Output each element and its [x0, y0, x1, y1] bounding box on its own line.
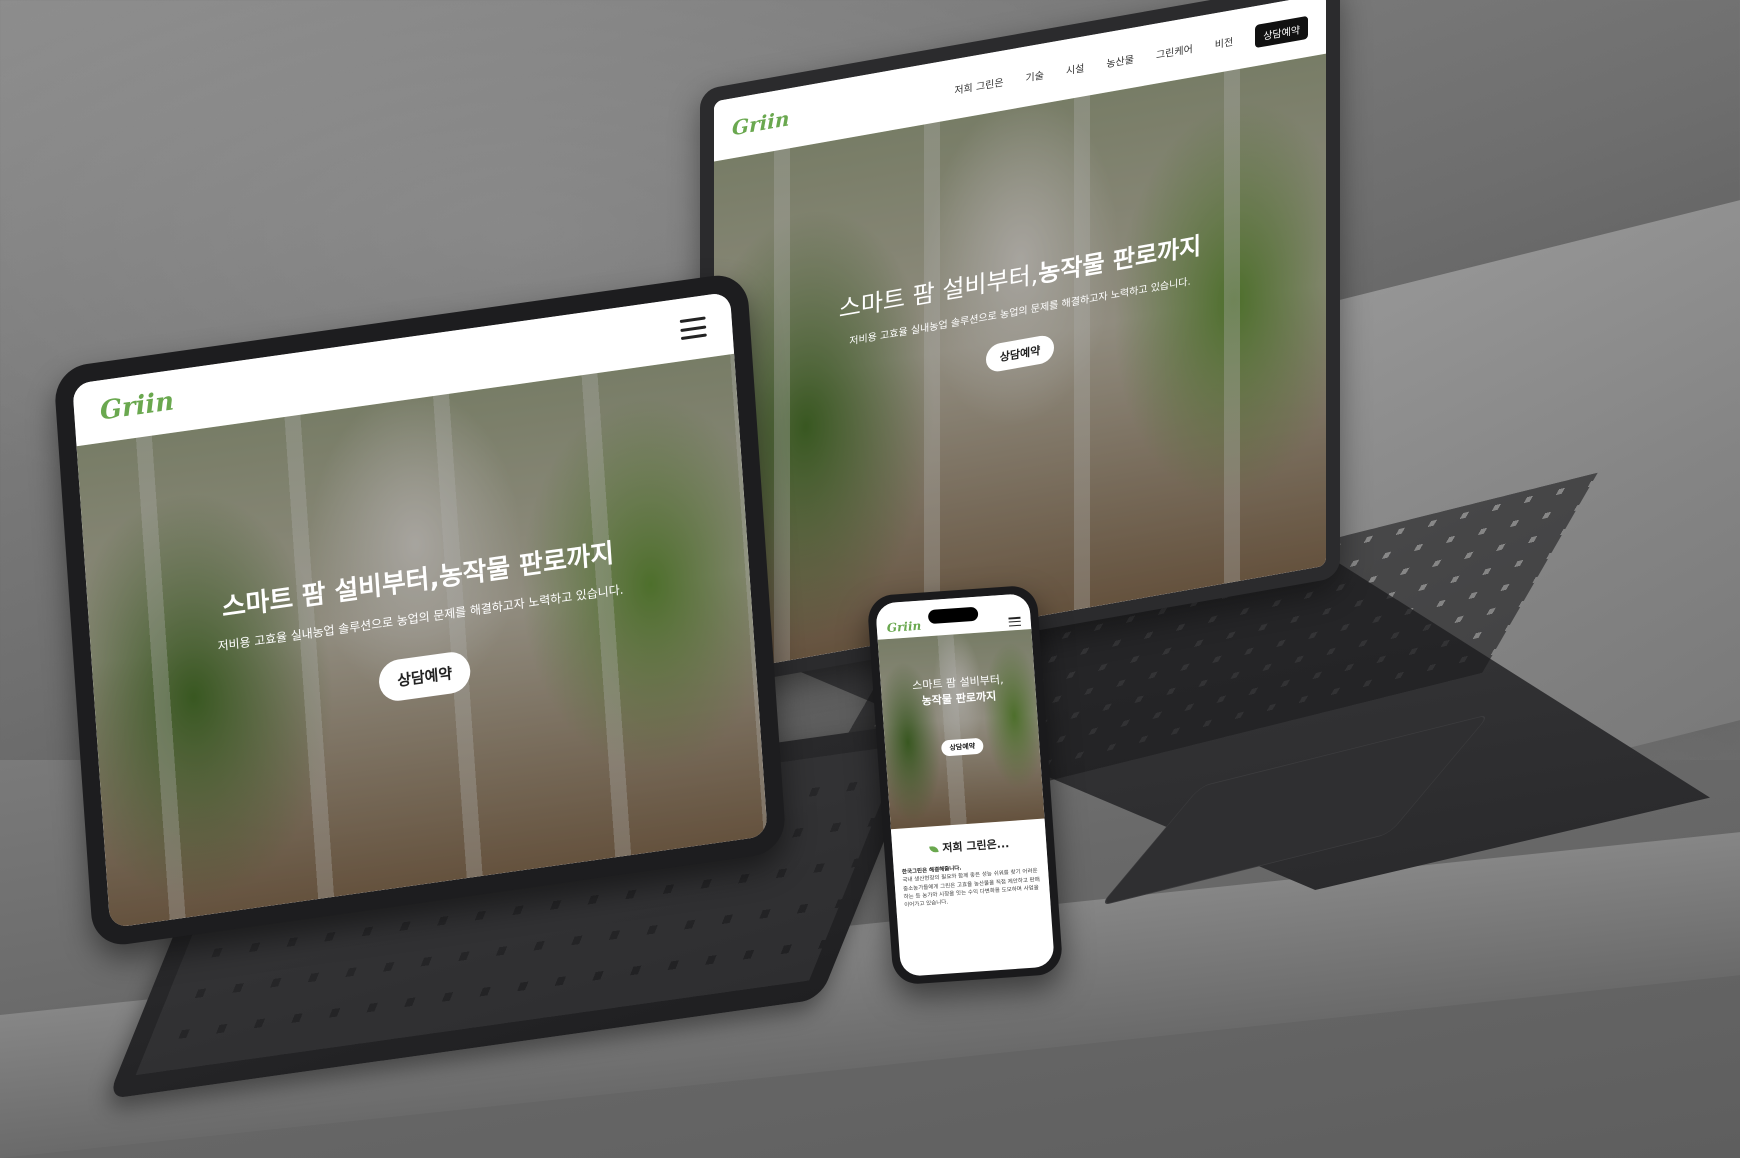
hamburger-icon[interactable] — [1008, 616, 1022, 627]
nav-consult-button[interactable]: 상담예약 — [1255, 15, 1308, 48]
nav-item-produce[interactable]: 농산물 — [1106, 50, 1134, 70]
phone-screen: Griin 스마트 팜 설비부터, 농작물 판로까지 상담예약 저희 그린은..… — [875, 593, 1055, 977]
about-title-text: 저희 그린은... — [941, 837, 1010, 855]
tablet-hero: 스마트 팜 설비부터,농작물 판로까지 저비용 고효율 실내농업 솔루션으로 농… — [76, 353, 768, 929]
nav-item-about[interactable]: 저희 그린은 — [954, 73, 1003, 97]
about-text: 한국그린은 해결해줍니다. 국내 생산현장의 필요와 함께 좋은 성능 쉬워를 찾… — [902, 859, 1043, 910]
brand-logo[interactable]: Griin — [732, 106, 789, 140]
tablet: Griin 스마트 팜 설비부터,농작물 판로까지 저비용 고효율 실내농업 솔… — [53, 271, 787, 949]
nav-item-vision[interactable]: 비전 — [1215, 32, 1233, 50]
laptop-hero-content: 스마트 팜 설비부터,농작물 판로까지 저비용 고효율 실내농업 솔루션으로 농… — [714, 204, 1326, 422]
laptop-screen: Griin 저희 그린은 기술 시설 농산물 그린케어 비전 상담예약 스마트 … — [714, 0, 1326, 674]
brand-logo[interactable]: Griin — [886, 619, 921, 635]
phone-hero-content: 스마트 팜 설비부터, 농작물 판로까지 상담예약 — [880, 669, 1039, 761]
tablet-hero-consult-button[interactable]: 상담예약 — [378, 649, 472, 704]
hamburger-icon[interactable] — [679, 316, 707, 341]
about-body: 국내 생산현장의 필요와 함께 좋은 성능 쉬워를 찾기 어려운 중소농가들에게… — [902, 868, 1040, 909]
nav-item-facility[interactable]: 시설 — [1066, 59, 1084, 77]
nav-item-tech[interactable]: 기술 — [1026, 66, 1044, 84]
phone: Griin 스마트 팜 설비부터, 농작물 판로까지 상담예약 저희 그린은..… — [866, 584, 1064, 986]
laptop-hero-consult-button[interactable]: 상담예약 — [985, 333, 1055, 374]
brand-logo[interactable]: Griin — [99, 386, 175, 426]
tablet-hero-content: 스마트 팜 설비부터,농작물 판로까지 저비용 고효율 실내농업 솔루션으로 농… — [88, 514, 755, 743]
tablet-screen: Griin 스마트 팜 설비부터,농작물 판로까지 저비용 고효율 실내농업 솔… — [72, 291, 768, 929]
leaf-icon — [929, 846, 939, 853]
phone-about-section: 저희 그린은... 한국그린은 해결해줍니다. 국내 생산현장의 필요와 함께 좋… — [890, 818, 1051, 919]
phone-hero: 스마트 팜 설비부터, 농작물 판로까지 상담예약 — [877, 628, 1045, 830]
nav-item-greencare[interactable]: 그린케어 — [1156, 40, 1193, 61]
phone-hero-consult-button[interactable]: 상담예약 — [940, 737, 984, 757]
about-title: 저희 그린은... — [900, 833, 1039, 859]
laptop-hero: 스마트 팜 설비부터,농작물 판로까지 저비용 고효율 실내농업 솔루션으로 농… — [714, 53, 1326, 674]
